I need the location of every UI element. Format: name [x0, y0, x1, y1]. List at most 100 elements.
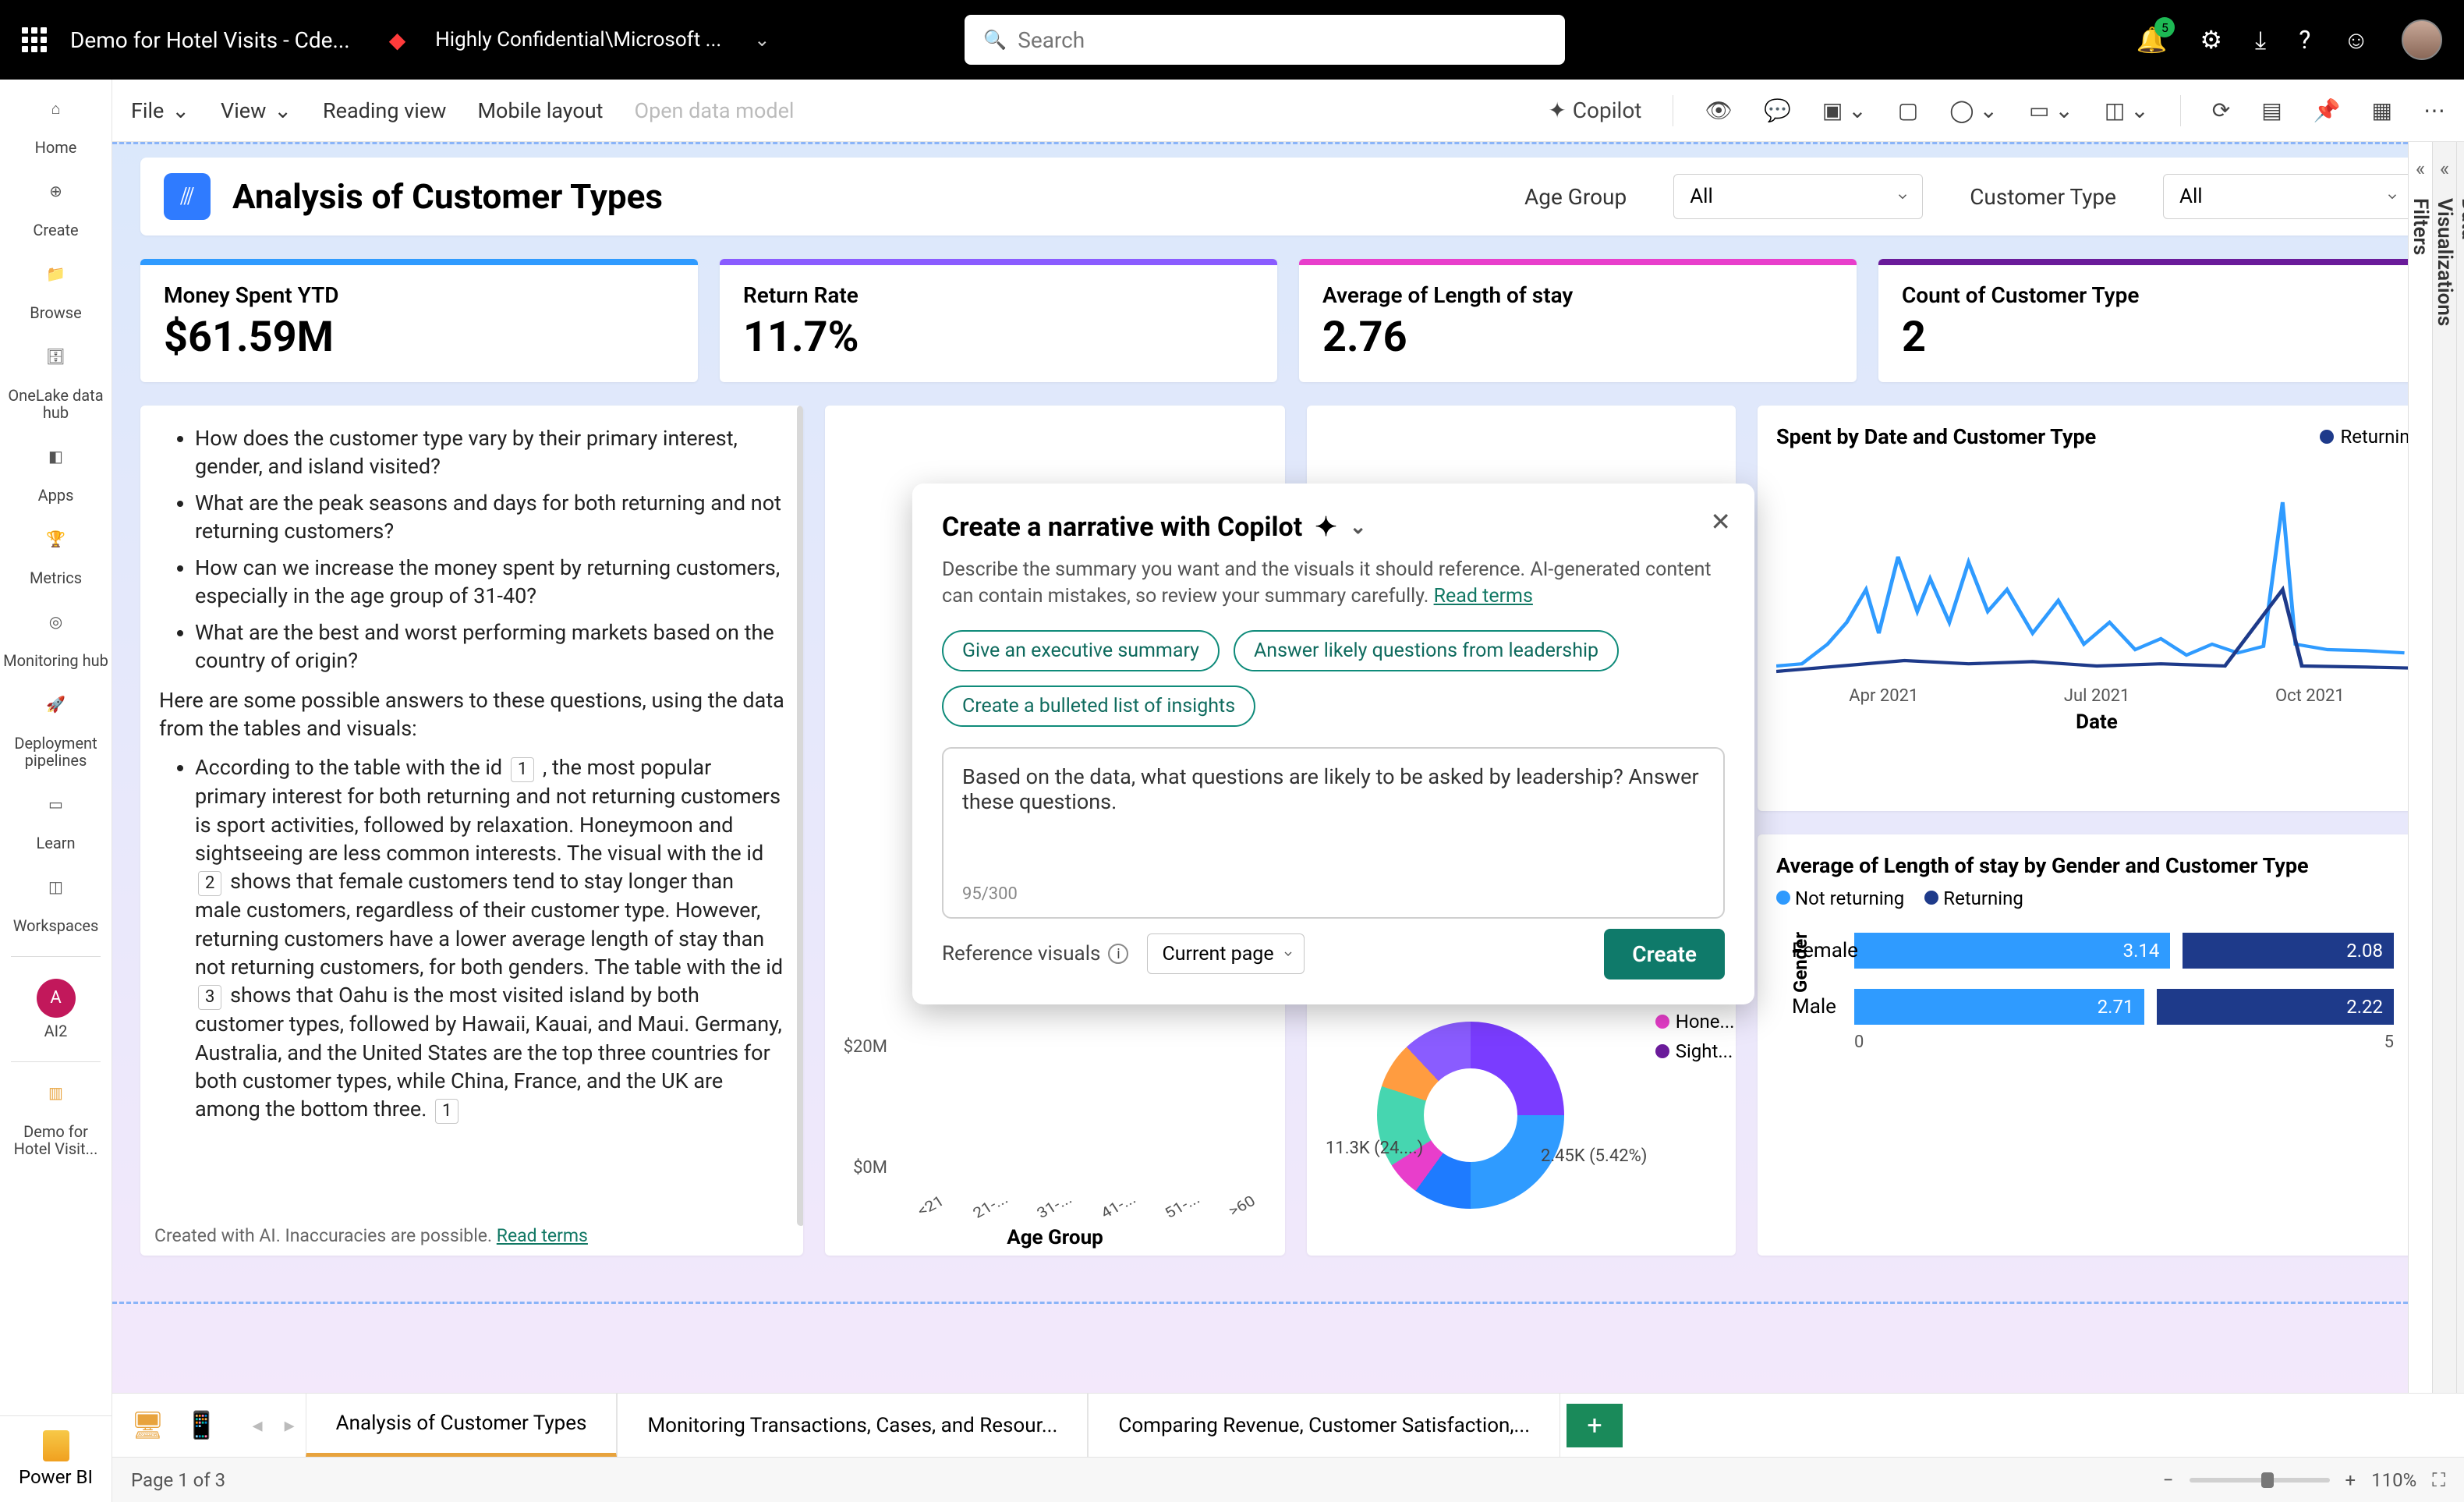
nav-pipelines[interactable]: 🚀Deployment pipelines — [0, 685, 112, 780]
report-header: ⫻ Analysis of Customer Types Age Group A… — [140, 158, 2436, 236]
tab-prev[interactable]: ◂ — [242, 1414, 274, 1437]
tab-comparing[interactable]: Comparing Revenue, Customer Satisfaction… — [1088, 1394, 1560, 1457]
copilot-icon: ✦ — [1315, 512, 1337, 543]
zoom-out-button[interactable]: − — [2163, 1469, 2174, 1491]
suggestion-bulleted-insights[interactable]: Create a bulleted list of insights — [942, 685, 1255, 727]
document-title: Demo for Hotel Visits - Cde... — [70, 27, 350, 53]
create-button[interactable]: Create — [1604, 929, 1725, 979]
info-icon[interactable]: i — [1108, 944, 1128, 964]
visual-icon[interactable]: ▣ ⌄ — [1822, 97, 1867, 123]
btn-mobile-layout[interactable]: Mobile layout — [477, 98, 603, 123]
buttons-icon[interactable]: ▭ ⌄ — [2029, 97, 2073, 123]
explore-icon[interactable]: 👁 — [1705, 97, 1733, 123]
pane-data[interactable]: «Data — [2456, 142, 2464, 1393]
nav-create[interactable]: ⊕Create — [0, 172, 112, 250]
chat-icon[interactable]: 💬 — [1764, 97, 1791, 123]
copilot-icon: ✦ — [1548, 97, 1566, 123]
nav-browse[interactable]: 📁Browse — [0, 254, 112, 332]
kpi-money-spent[interactable]: Money Spent YTD$61.59M — [140, 259, 698, 382]
page-indicator: Page 1 of 3 — [131, 1469, 225, 1491]
teams-icon[interactable]: ▦ — [2372, 97, 2392, 123]
global-search[interactable]: 🔍 — [965, 15, 1565, 65]
chevron-down-icon: ⌄ — [172, 98, 189, 123]
user-avatar[interactable] — [2402, 19, 2442, 60]
page-title: Analysis of Customer Types — [232, 176, 663, 217]
left-rail: ⌂Home ⊕Create 📁Browse 🗄OneLake data hub … — [0, 80, 112, 1502]
collapsed-panes: «Filters «Visualizations «Data — [2408, 142, 2464, 1393]
page-tabs: 🖥 📱 ◂ ▸ Analysis of Customer Types Monit… — [112, 1393, 2464, 1457]
zoom-in-button[interactable]: + — [2345, 1469, 2356, 1491]
feedback-icon[interactable]: ☺ — [2343, 25, 2369, 55]
nav-monitoring[interactable]: ◎Monitoring hub — [0, 602, 112, 680]
line-sparkline — [1776, 459, 2417, 677]
tab-monitoring[interactable]: Monitoring Transactions, Cases, and Reso… — [617, 1394, 1088, 1457]
narrative-answer: According to the table with the id 1 , t… — [195, 753, 784, 1124]
chevron-down-icon[interactable]: ⌄ — [1350, 515, 1367, 539]
notifications-icon[interactable]: 🔔 — [2137, 25, 2168, 55]
filter-ctype-label: Customer Type — [1970, 184, 2116, 210]
app-launcher-icon[interactable] — [22, 27, 47, 52]
pane-filters[interactable]: «Filters — [2408, 142, 2432, 1393]
nav-learn[interactable]: ▭Learn — [0, 785, 112, 863]
desktop-view-icon[interactable]: 🖥 — [131, 1410, 165, 1441]
copilot-narrative-dialog: Create a narrative with Copilot ✦ ⌄ ✕ De… — [912, 484, 1754, 1004]
btn-reading-view[interactable]: Reading view — [323, 98, 446, 123]
help-icon[interactable]: ? — [2299, 25, 2310, 55]
reference-visuals-label: Reference visuals i — [942, 942, 1128, 965]
reference-scope-select[interactable]: Current page — [1147, 933, 1305, 974]
settings-icon[interactable]: ⚙ — [2200, 25, 2222, 55]
suggestion-leadership-questions[interactable]: Answer likely questions from leadership — [1234, 630, 1619, 671]
close-button[interactable]: ✕ — [1710, 507, 1731, 537]
nav-metrics[interactable]: 🏆Metrics — [0, 519, 112, 597]
shield-icon: ◆ — [389, 27, 406, 53]
zoom-slider[interactable] — [2190, 1478, 2330, 1483]
suggestion-exec-summary[interactable]: Give an executive summary — [942, 630, 1220, 671]
read-terms-link[interactable]: Read terms — [1434, 585, 1533, 608]
mobile-view-icon[interactable]: 📱 — [185, 1410, 218, 1441]
btn-open-data-model: Open data model — [635, 98, 795, 123]
download-icon[interactable]: ⤓ — [2255, 25, 2266, 55]
tab-analysis[interactable]: Analysis of Customer Types — [306, 1394, 618, 1457]
menu-file[interactable]: File⌄ — [131, 98, 189, 123]
chevron-left-icon: « — [2416, 158, 2425, 181]
dialog-description: Describe the summary you want and the vi… — [942, 557, 1725, 610]
global-top-bar: Demo for Hotel Visits - Cde... ◆ Highly … — [0, 0, 2464, 80]
filter-age-select[interactable]: All — [1673, 174, 1923, 219]
pane-visualizations[interactable]: «Visualizations — [2432, 142, 2456, 1393]
btn-copilot[interactable]: ✦Copilot — [1548, 97, 1641, 123]
nav-persona[interactable]: AAI2 — [0, 968, 112, 1050]
pin-icon[interactable]: 📌 — [2314, 97, 2341, 123]
char-counter: 95/300 — [962, 884, 1725, 904]
insert-icon[interactable]: ◫ ⌄ — [2105, 97, 2149, 123]
chart-spent-by-date[interactable]: Spent by Date and Customer Type Returnin… — [1758, 406, 2436, 811]
narrative-visual[interactable]: How does the customer type vary by their… — [140, 406, 803, 1256]
chevron-down-icon[interactable]: ⌄ — [754, 29, 770, 51]
refresh-icon[interactable]: ⟳ — [2212, 97, 2230, 123]
legend-returning: Returning — [2320, 426, 2420, 448]
kpi-avg-stay[interactable]: Average of Length of stay2.76 — [1299, 259, 1857, 382]
nav-workspaces[interactable]: ◫Workspaces — [0, 867, 112, 945]
page-icon[interactable]: ▤ — [2261, 97, 2282, 123]
nav-footer: Power BI — [0, 1415, 112, 1502]
shapes-icon[interactable]: ◯ ⌄ — [1949, 97, 1998, 123]
tab-next[interactable]: ▸ — [274, 1414, 306, 1437]
power-bi-icon — [43, 1430, 69, 1461]
nav-current-report[interactable]: ▥Demo for Hotel Visit... — [0, 1073, 112, 1168]
menu-view[interactable]: View⌄ — [221, 98, 292, 123]
filter-ctype-select[interactable]: All — [2163, 174, 2413, 219]
chart-avg-stay-gender[interactable]: Average of Length of stay by Gender and … — [1758, 834, 2436, 1256]
search-input[interactable] — [1018, 27, 1546, 53]
text-box-icon[interactable]: ▢ — [1898, 97, 1918, 123]
read-terms-link[interactable]: Read terms — [497, 1225, 588, 1246]
search-icon: 🔍 — [983, 29, 1007, 51]
status-bar: Page 1 of 3 − + 110% ⛶ — [112, 1457, 2464, 1502]
nav-apps[interactable]: ◧Apps — [0, 437, 112, 515]
add-page-button[interactable]: + — [1567, 1404, 1623, 1447]
zoom-value: 110% — [2371, 1469, 2416, 1491]
kpi-count-ctype[interactable]: Count of Customer Type2 — [1878, 259, 2436, 382]
more-icon[interactable]: ⋯ — [2423, 97, 2445, 123]
nav-home[interactable]: ⌂Home — [0, 89, 112, 167]
fit-to-page-icon[interactable]: ⛶ — [2432, 1469, 2445, 1491]
kpi-return-rate[interactable]: Return Rate11.7% — [720, 259, 1277, 382]
nav-onelake[interactable]: 🗄OneLake data hub — [0, 337, 112, 432]
